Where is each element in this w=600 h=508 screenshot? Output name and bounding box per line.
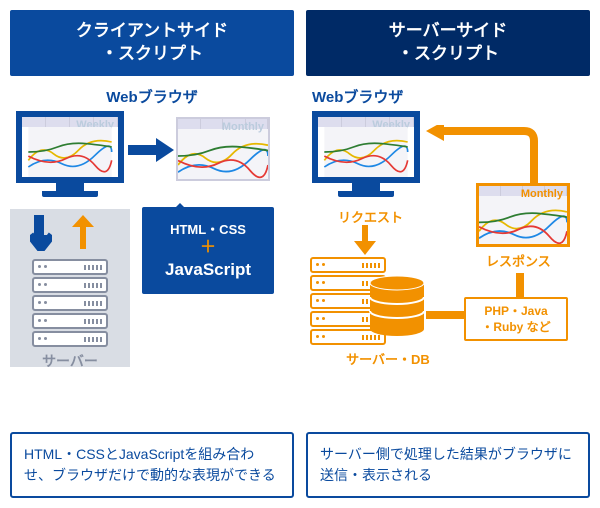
server-rack-icon: [32, 259, 108, 347]
browser-monitor-weekly: Weekly: [312, 111, 420, 197]
callout-javascript: JavaScript: [150, 260, 266, 280]
server-side-note: サーバー側で処理した結果がブラウザに送信・表示される: [306, 432, 590, 498]
server-side-column: サーバーサイド ・スクリプト Webブラウザ Weekly Monthly レス…: [306, 10, 590, 498]
rendered-view-monthly: Monthly: [476, 183, 570, 247]
client-diagram-stage: Weekly Monthly: [10, 111, 294, 432]
chart-tag-monthly: Monthly: [521, 188, 563, 200]
client-side-note: HTML・CSSとJavaScriptを組み合わせ、ブラウザだけで動的な表現がで…: [10, 432, 294, 498]
header-line1: サーバーサイド: [389, 21, 508, 40]
header-line2: ・スクリプト: [397, 44, 499, 63]
callout-plus-icon: ＋: [150, 240, 266, 256]
callout-htmlcss: HTML・CSS: [170, 222, 246, 237]
browser-label: Webブラウザ: [312, 86, 590, 107]
database-icon: [368, 275, 426, 337]
server-languages: PHP・Java ・Ruby など: [464, 297, 568, 341]
tech-callout: HTML・CSS ＋ JavaScript: [142, 207, 274, 294]
arrow-request-icon: [354, 225, 376, 255]
server-db-label: サーバー・DB: [316, 349, 460, 368]
header-line1: クライアントサイド: [76, 21, 228, 40]
chart-tag-monthly: Monthly: [222, 121, 264, 133]
browser-label: Webブラウザ: [10, 86, 294, 107]
server-inactive: サーバー: [10, 209, 130, 367]
response-label: レスポンス: [486, 251, 551, 270]
browser-monitor-weekly: Weekly: [16, 111, 124, 197]
server-label: サーバー: [16, 351, 124, 371]
client-side-column: クライアントサイド ・スクリプト Webブラウザ Weekly Monthly: [10, 10, 294, 498]
arrow-render-icon: [128, 137, 174, 163]
arrow-up-icon: [72, 215, 94, 251]
request-label: リクエスト: [338, 207, 403, 226]
server-diagram-stage: Weekly Monthly レスポンス リクエスト: [306, 111, 590, 432]
server-side-header: サーバーサイド ・スクリプト: [306, 10, 590, 76]
header-line2: ・スクリプト: [101, 44, 203, 63]
lang-line2: ・Ruby など: [481, 320, 550, 334]
client-side-header: クライアントサイド ・スクリプト: [10, 10, 294, 76]
rendered-view-monthly: Monthly: [176, 117, 270, 181]
lang-line1: PHP・Java: [484, 304, 547, 318]
arrow-down-icon: [30, 215, 52, 251]
